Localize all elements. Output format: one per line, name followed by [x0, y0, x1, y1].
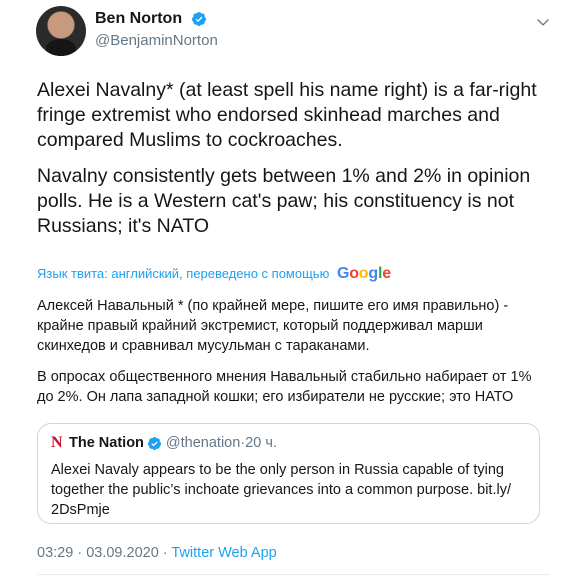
verified-badge-icon: [191, 12, 206, 26]
quoted-tweet-text: Alexei Navaly appears to be the only per…: [51, 462, 511, 518]
google-logo[interactable]: Google: [337, 265, 391, 282]
quoted-tweet-time: 20 ч.: [245, 435, 277, 451]
tweet-header: Ben Norton @BenjaminNorton: [36, 6, 551, 58]
translated-paragraph: Алексей Навальный * (по крайней мере, пи…: [37, 298, 509, 354]
tweet-paragraph: Navalny consistently gets between 1% and…: [37, 165, 531, 237]
quoted-author-handle: @thenation: [165, 435, 241, 451]
chevron-down-icon[interactable]: [535, 14, 551, 30]
tweet-body: Alexei Navalny* (at least spell his name…: [37, 78, 547, 250]
tweet-time[interactable]: 03:29: [37, 545, 73, 561]
translated-body: Алексей Навальный * (по крайней мере, пи…: [37, 296, 549, 418]
author-block[interactable]: Ben Norton @BenjaminNorton: [95, 10, 218, 49]
translation-label: Язык твита: английский, переведено с пом…: [37, 266, 330, 281]
quoted-author-name[interactable]: The Nation: [69, 435, 144, 451]
tweet-source-link[interactable]: Twitter Web App: [171, 545, 276, 561]
quoted-tweet-header: N The Nation @thenation·20 ч.: [51, 434, 277, 452]
translated-paragraph: В опросах общественного мнения Навальный…: [37, 369, 532, 405]
verified-badge-icon: [147, 436, 161, 450]
avatar[interactable]: [36, 6, 86, 56]
tweet: Ben Norton @BenjaminNorton Alexei Navaln…: [0, 0, 563, 575]
tweet-paragraph: Alexei Navalny* (at least spell his name…: [37, 79, 537, 151]
translation-notice: Язык твита: английский, переведено с пом…: [37, 265, 391, 283]
tweet-date[interactable]: 03.09.2020: [86, 545, 159, 561]
author-name[interactable]: Ben Norton: [95, 10, 182, 28]
separator: ·: [158, 545, 172, 561]
the-nation-logo: N: [51, 434, 63, 451]
tweet-meta: 03:29 · 03.09.2020 · Twitter Web App: [37, 545, 277, 561]
quoted-tweet-card[interactable]: N The Nation @thenation·20 ч. Alexei Nava…: [37, 423, 540, 524]
separator: ·: [73, 545, 87, 561]
author-handle[interactable]: @BenjaminNorton: [95, 32, 218, 49]
